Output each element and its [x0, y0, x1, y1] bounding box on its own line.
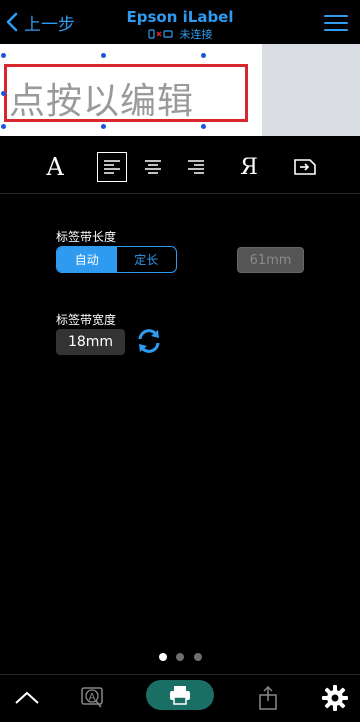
- collapse-button[interactable]: [12, 683, 42, 713]
- font-icon: A: [46, 153, 64, 181]
- resize-handle[interactable]: [201, 53, 206, 58]
- label-canvas[interactable]: 点按以编辑: [0, 44, 360, 136]
- print-button[interactable]: [146, 680, 214, 710]
- length-mode-toggle: 自动 定长: [56, 246, 177, 273]
- frame-button[interactable]: [290, 152, 320, 182]
- printer-icon: [170, 686, 190, 705]
- refresh-width-button[interactable]: [134, 326, 164, 356]
- resize-handle[interactable]: [1, 124, 6, 129]
- page-dot-1[interactable]: [159, 653, 167, 661]
- resize-handle[interactable]: [1, 91, 6, 96]
- tape-width-label: 标签带宽度: [56, 313, 117, 327]
- bottom-toolbar: A: [0, 674, 360, 722]
- page-dot-3[interactable]: [194, 653, 202, 661]
- chevron-up-icon: [15, 691, 39, 704]
- align-left-button[interactable]: [97, 152, 127, 182]
- length-mode-auto[interactable]: 自动: [57, 247, 117, 272]
- menu-icon-bar: [324, 22, 348, 24]
- preview-icon: A: [81, 687, 103, 708]
- reverse-text-button[interactable]: Я: [234, 152, 264, 182]
- app-title: Epson iLabel: [126, 8, 234, 26]
- edit-placeholder: 点按以编辑: [9, 81, 195, 122]
- status-text: 未连接: [179, 28, 213, 41]
- preview-button[interactable]: A: [77, 683, 109, 713]
- align-right-button[interactable]: [181, 152, 211, 182]
- frame-icon: [294, 159, 316, 175]
- resize-handle[interactable]: [101, 53, 106, 58]
- font-button[interactable]: A: [40, 152, 70, 182]
- resize-handle[interactable]: [101, 124, 106, 129]
- page-dot-2[interactable]: [176, 653, 184, 661]
- settings-button[interactable]: [319, 683, 351, 713]
- connection-status: 未连接: [0, 26, 360, 42]
- menu-icon: [324, 15, 348, 17]
- text-object[interactable]: 点按以编辑: [4, 64, 248, 122]
- disconnected-icon: [147, 29, 174, 39]
- align-center-icon: [145, 160, 161, 174]
- gear-icon: [322, 685, 348, 711]
- share-icon: [259, 685, 277, 710]
- align-right-icon: [188, 160, 204, 174]
- resize-handle[interactable]: [1, 53, 6, 58]
- length-mode-fixed[interactable]: 定长: [117, 247, 177, 272]
- length-value-field: 61mm: [237, 247, 304, 273]
- menu-button[interactable]: [324, 15, 348, 31]
- resize-handle[interactable]: [201, 124, 206, 129]
- reverse-text-icon: Я: [240, 154, 258, 180]
- format-toolbar: A Я: [0, 140, 360, 194]
- share-button[interactable]: [253, 683, 283, 713]
- menu-icon-bar: [324, 29, 348, 31]
- top-bar: 上一步 Epson iLabel 未连接: [0, 0, 360, 44]
- width-value-field: 18mm: [56, 329, 125, 355]
- tape-length-label: 标签带长度: [56, 230, 117, 244]
- refresh-icon: [138, 329, 160, 353]
- align-left-icon: [104, 160, 120, 174]
- align-center-button[interactable]: [138, 152, 168, 182]
